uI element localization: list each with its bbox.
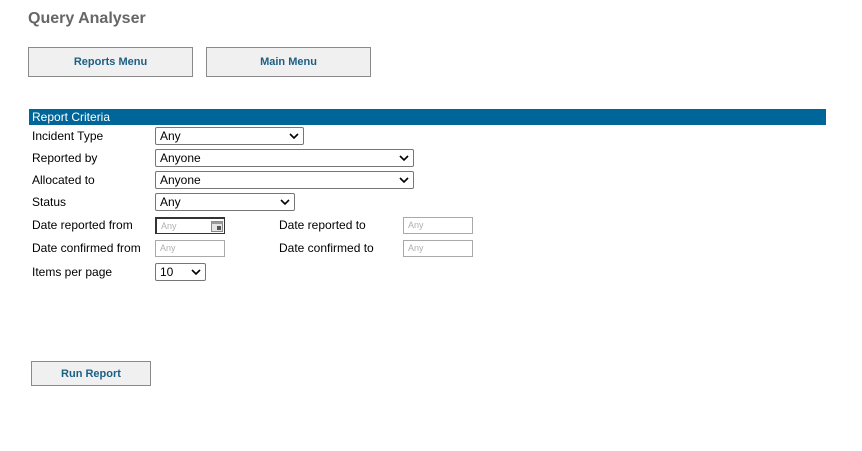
date-confirmed-from-label: Date confirmed from (32, 241, 141, 255)
status-select[interactable]: Any (155, 193, 295, 211)
date-confirmed-to-placeholder: Any (408, 243, 424, 253)
incident-type-label: Incident Type (32, 129, 104, 143)
chevron-down-icon (191, 269, 201, 276)
chevron-down-icon (399, 155, 409, 162)
main-menu-button[interactable]: Main Menu (206, 47, 371, 77)
allocated-to-value: Anyone (160, 173, 201, 187)
calendar-icon[interactable] (211, 220, 223, 232)
reports-menu-button[interactable]: Reports Menu (28, 47, 193, 77)
status-label: Status (32, 195, 67, 209)
incident-type-value: Any (160, 129, 181, 143)
allocated-to-label: Allocated to (32, 173, 95, 187)
date-confirmed-to-input[interactable]: Any (403, 240, 473, 257)
date-confirmed-from-input[interactable]: Any (155, 240, 225, 257)
query-analyser-page: Query Analyser Reports Menu Main Menu Re… (0, 0, 862, 451)
reported-by-select[interactable]: Anyone (155, 149, 414, 167)
date-reported-from-label: Date reported from (32, 218, 133, 232)
reported-by-label: Reported by (32, 151, 98, 165)
date-reported-to-input[interactable]: Any (403, 217, 473, 234)
items-per-page-label: Items per page (32, 265, 113, 279)
report-criteria-header: Report Criteria (29, 109, 826, 125)
reported-by-value: Anyone (160, 151, 201, 165)
date-reported-to-label: Date reported to (279, 218, 366, 232)
chevron-down-icon (399, 177, 409, 184)
status-value: Any (160, 195, 181, 209)
incident-type-select[interactable]: Any (155, 127, 304, 145)
items-per-page-select[interactable]: 10 (155, 263, 206, 281)
items-per-page-value: 10 (160, 265, 174, 279)
page-title: Query Analyser (28, 10, 146, 27)
date-reported-to-placeholder: Any (408, 220, 424, 230)
date-reported-from-input[interactable]: Any (155, 217, 225, 234)
date-confirmed-to-label: Date confirmed to (279, 241, 374, 255)
chevron-down-icon (280, 199, 290, 206)
run-report-button[interactable]: Run Report (31, 361, 151, 386)
allocated-to-select[interactable]: Anyone (155, 171, 414, 189)
date-reported-from-placeholder: Any (161, 221, 177, 231)
date-confirmed-from-placeholder: Any (160, 243, 176, 253)
chevron-down-icon (289, 133, 299, 140)
